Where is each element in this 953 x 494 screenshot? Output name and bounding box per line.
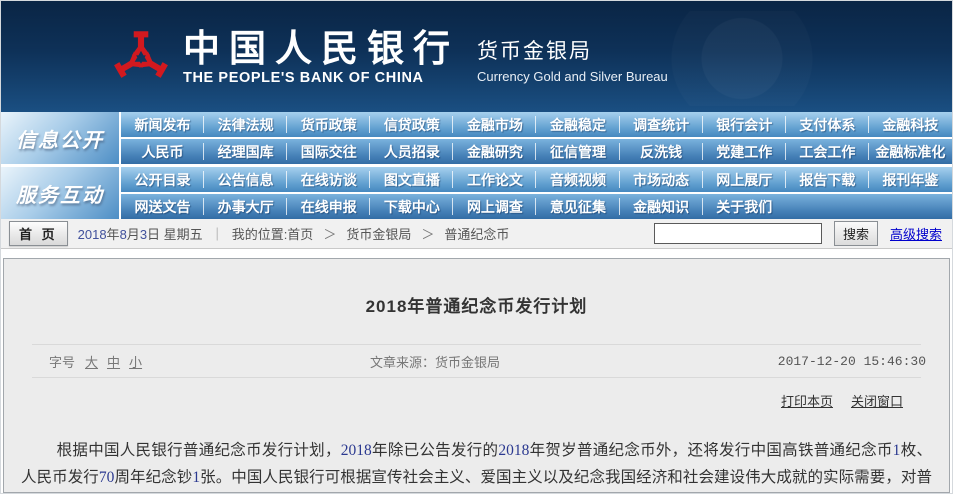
nav-item[interactable]: 银行会计 (703, 112, 786, 137)
nav-item[interactable]: 信贷政策 (370, 112, 453, 137)
current-date: 2018年8月3日 星期五 (78, 224, 203, 243)
nav-item[interactable]: 公告信息 (204, 167, 287, 192)
nav-item[interactable]: 报告下载 (786, 167, 869, 192)
nav-item[interactable]: 金融研究 (453, 139, 536, 164)
nav-item[interactable]: 征信管理 (536, 139, 619, 164)
nav-item[interactable]: 金融科技 (869, 112, 952, 137)
print-page-link[interactable]: 打印本页 (781, 391, 833, 410)
bank-titles: 中国人民银行 THE PEOPLE'S BANK OF CHINA (183, 28, 459, 86)
close-window-link[interactable]: 关闭窗口 (851, 391, 903, 410)
font-size-medium-link[interactable]: 中 (107, 352, 120, 371)
nav-item[interactable]: 市场动态 (620, 167, 703, 192)
search-input[interactable] (654, 223, 822, 244)
nav-item[interactable]: 国际交往 (287, 139, 370, 164)
nav-item[interactable]: 网送文告 (121, 194, 204, 219)
spacer (1, 249, 952, 258)
nav-item[interactable]: 工会工作 (786, 139, 869, 164)
nav-item[interactable]: 党建工作 (703, 139, 786, 164)
breadcrumb: 我的位置:首页 ＞ 货币金银局 ＞ 普通纪念币 (232, 224, 510, 243)
nav-item[interactable]: 金融稳定 (536, 112, 619, 137)
nav-item[interactable]: 新闻发布 (121, 112, 204, 137)
breadcrumb-location[interactable]: 我的位置:首页 (232, 224, 314, 243)
font-size-small-link[interactable]: 小 (129, 352, 142, 371)
font-size-label: 字号 (49, 352, 75, 371)
breadcrumb-bar: 首 页 2018年8月3日 星期五 ｜ 我的位置:首页＞货币金银局＞普通纪念币 … (1, 219, 952, 249)
nav-section-info: 信息公开 新闻发布法律法规货币政策信贷政策金融市场金融稳定调查统计银行会计支付体… (1, 112, 952, 164)
nav-item[interactable]: 办事大厅 (204, 194, 287, 219)
nav-item[interactable]: 图文直播 (370, 167, 453, 192)
article-source: 文章来源：货币金银局 (370, 352, 500, 371)
nav-item[interactable]: 网上展厅 (703, 167, 786, 192)
nav-row: 网送文告办事大厅在线申报下载中心网上调查意见征集金融知识关于我们 (121, 194, 952, 219)
nav-item[interactable]: 反洗钱 (620, 139, 703, 164)
nav-item[interactable]: 工作论文 (453, 167, 536, 192)
nav-item[interactable]: 在线申报 (287, 194, 370, 219)
main-nav: 信息公开 新闻发布法律法规货币政策信贷政策金融市场金融稳定调查统计银行会计支付体… (1, 112, 952, 219)
separator: ｜ (211, 224, 224, 243)
nav-item[interactable]: 经理国库 (204, 139, 287, 164)
page-title: 2018年普通纪念币发行计划 (4, 259, 949, 317)
nav-item[interactable]: 公开目录 (121, 167, 204, 192)
nav-item[interactable]: 人员招录 (370, 139, 453, 164)
nav-item[interactable]: 网上调查 (453, 194, 536, 219)
nav-item[interactable]: 关于我们 (703, 194, 786, 219)
search-button[interactable]: 搜索 (834, 221, 878, 246)
breadcrumb-item[interactable]: 货币金银局 (346, 224, 411, 243)
nav-item[interactable]: 金融市场 (453, 112, 536, 137)
nav-item[interactable]: 支付体系 (786, 112, 869, 137)
site-header: 中国人民银行 THE PEOPLE'S BANK OF CHINA 货币金银局 … (1, 1, 952, 112)
font-size-large-link[interactable]: 大 (85, 352, 98, 371)
nav-item[interactable]: 调查统计 (620, 112, 703, 137)
bureau-name-cn: 货币金银局 (477, 35, 668, 65)
nav-item[interactable]: 货币政策 (287, 112, 370, 137)
article-actions: 打印本页 关闭窗口 (4, 378, 949, 410)
nav-row: 公开目录公告信息在线访谈图文直播工作论文音频视频市场动态网上展厅报告下载报刊年鉴 (121, 167, 952, 192)
nav-section-service: 服务互动 公开目录公告信息在线访谈图文直播工作论文音频视频市场动态网上展厅报告下… (1, 167, 952, 219)
search-area: 搜索 高级搜索 (654, 221, 942, 246)
home-button[interactable]: 首 页 (9, 221, 68, 246)
nav-item[interactable]: 下载中心 (370, 194, 453, 219)
article-body: 根据中国人民银行普通纪念币发行计划，2018年除已公告发行的2018年贺岁普通纪… (4, 437, 949, 493)
article-panel: 2018年普通纪念币发行计划 字号 大 中 小 文章来源：货币金银局 2017-… (3, 258, 950, 493)
pboc-logo-icon (113, 26, 169, 88)
advanced-search-link[interactable]: 高级搜索 (890, 224, 942, 243)
nav-item[interactable]: 音频视频 (536, 167, 619, 192)
page: 中国人民银行 THE PEOPLE'S BANK OF CHINA 货币金银局 … (0, 0, 953, 494)
chevron-right-icon: ＞ (421, 224, 434, 243)
bureau-titles: 货币金银局 Currency Gold and Silver Bureau (477, 29, 668, 84)
nav-item[interactable]: 报刊年鉴 (869, 167, 952, 192)
nav-item[interactable]: 金融知识 (620, 194, 703, 219)
article-meta: 字号 大 中 小 文章来源：货币金银局 2017-12-20 15:46:30 (4, 345, 949, 377)
article-timestamp: 2017-12-20 15:46:30 (778, 354, 949, 369)
chevron-right-icon: ＞ (323, 224, 336, 243)
nav-item[interactable]: 法律法规 (204, 112, 287, 137)
nav-item[interactable]: 人民币 (121, 139, 204, 164)
nav-section-label-service[interactable]: 服务互动 (1, 167, 119, 219)
bank-name-en: THE PEOPLE'S BANK OF CHINA (183, 70, 459, 86)
nav-row: 人民币经理国库国际交往人员招录金融研究征信管理反洗钱党建工作工会工作金融标准化 (121, 139, 952, 164)
bureau-name-en: Currency Gold and Silver Bureau (477, 69, 668, 84)
nav-section-label-info[interactable]: 信息公开 (1, 112, 119, 164)
nav-item[interactable]: 意见征集 (536, 194, 619, 219)
nav-item[interactable]: 金融标准化 (869, 139, 952, 164)
bank-name-cn: 中国人民银行 (183, 28, 459, 68)
nav-item[interactable]: 在线访谈 (287, 167, 370, 192)
breadcrumb-item[interactable]: 普通纪念币 (444, 224, 509, 243)
nav-row: 新闻发布法律法规货币政策信贷政策金融市场金融稳定调查统计银行会计支付体系金融科技 (121, 112, 952, 137)
